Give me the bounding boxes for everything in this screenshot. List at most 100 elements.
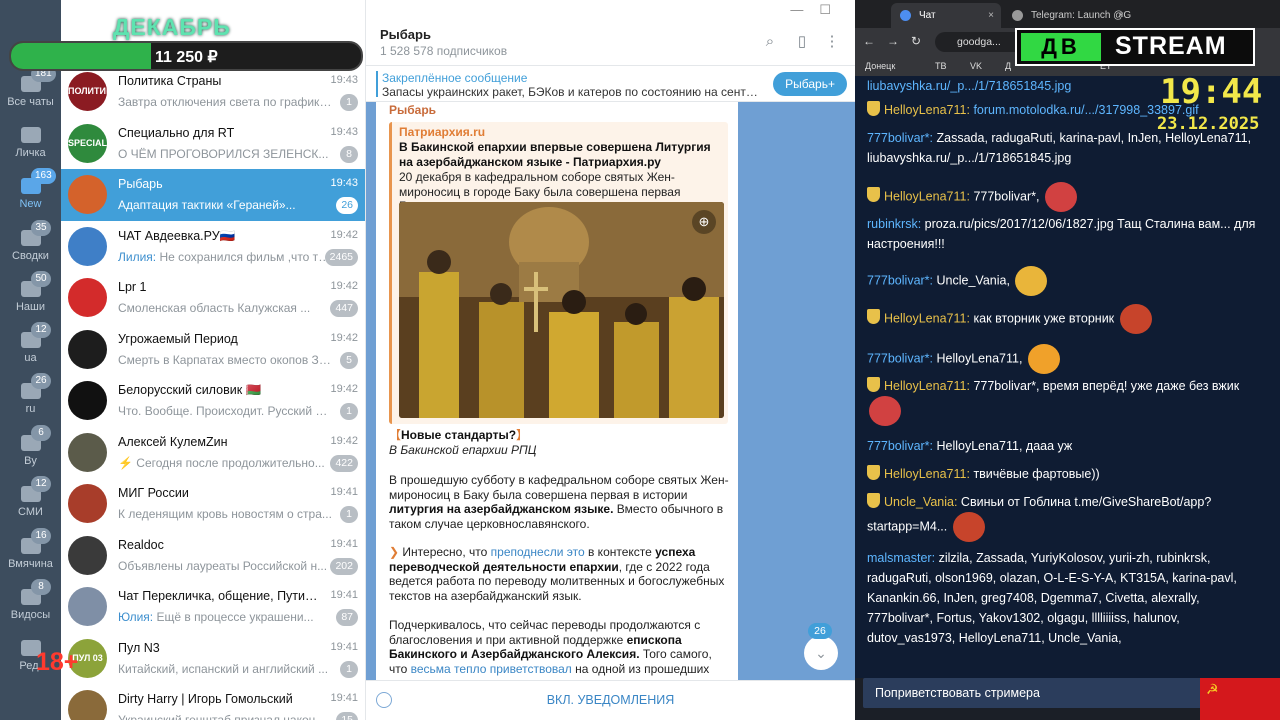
sidebar-toggle-icon[interactable]: ▯ <box>794 34 810 50</box>
preview-photo[interactable]: ⊕ <box>399 202 724 418</box>
pinned-message[interactable]: Закреплённое сообщение Запасы украинских… <box>366 66 855 102</box>
folder-label: By <box>24 455 37 467</box>
search-icon[interactable]: ⌕ <box>762 34 778 50</box>
chat-list-item[interactable]: Чат Перекличка, общение, Путил... 19:41 Юл… <box>61 581 365 633</box>
avatar <box>68 226 107 266</box>
emote-icon <box>1044 182 1077 212</box>
chat-list-item[interactable]: ПУЛ 03 Пул N3 19:41 Китайский, испанский и … <box>61 633 365 685</box>
bookmark[interactable]: Донецк <box>865 61 895 71</box>
chat-username[interactable]: 777bolivar*: <box>867 273 933 287</box>
chat-list-item[interactable]: Рыбарь 19:43 Адаптация тактики «Гераней»..… <box>61 169 365 221</box>
chat-list-item[interactable]: Алексей КулемZин 19:42 ⚡ Сегодня после про… <box>61 427 365 479</box>
bookmark[interactable]: Д <box>1005 61 1011 71</box>
chat-message: rubinkrsk: proza.ru/pics/2017/12/06/1827… <box>867 214 1257 254</box>
church-photo <box>399 202 724 418</box>
chat-username[interactable]: 777bolivar*: <box>867 131 933 145</box>
folder-item[interactable]: Все чаты 181 <box>0 66 61 119</box>
chat-list-item[interactable]: ЧАТ Авдеевка.РУ🇷🇺 19:42 Лилия: Не сохранил… <box>61 221 365 273</box>
bracket-icon: 【 <box>389 428 402 442</box>
chat-message: 777bolivar*: Zassada, radugaRuti, karina… <box>867 128 1257 168</box>
chat-username[interactable]: 777bolivar*: <box>867 439 933 453</box>
folder-item[interactable]: ru 26 <box>0 373 61 426</box>
chat-text: HelloyLena711, дааа уж <box>936 439 1073 453</box>
avatar <box>68 432 107 472</box>
chat-list-item[interactable]: Белорусский силовик 🇧🇾 19:42 Что. Вообще. … <box>61 375 365 427</box>
flag-icon: ☭ <box>1200 678 1280 720</box>
folder-item[interactable]: Видосы 8 <box>0 579 61 632</box>
chat-message: 777bolivar*: HelloyLena711, <box>867 344 1257 374</box>
preview-sender: Юлия: <box>118 610 157 624</box>
chat-text: как вторник уже вторник <box>973 311 1115 326</box>
unread-badge: 447 <box>330 300 358 317</box>
folder-item[interactable]: Сводки 35 <box>0 220 61 273</box>
notifications-button[interactable]: ВКЛ. УВЕДОМЛЕНИЯ <box>366 693 855 707</box>
zoom-icon[interactable]: ⊕ <box>692 210 716 234</box>
close-icon[interactable]: × <box>988 3 994 28</box>
chat-text: proza.ru/pics/2017/12/06/1827.jpg Тащ Ст… <box>867 217 1256 251</box>
chat-time: 19:43 <box>330 177 358 189</box>
avatar <box>68 381 107 420</box>
tab-telegram[interactable]: Telegram: Launch @G × <box>1003 3 1131 28</box>
chat-username[interactable]: rubinkrsk: <box>867 217 921 231</box>
chat-username[interactable]: HelloyLena711: <box>884 189 970 203</box>
chat-name: Политика Страны <box>118 74 222 88</box>
chat-time: 19:41 <box>330 692 358 704</box>
badge-icon <box>867 377 880 392</box>
chat-list-item[interactable]: SPECIAL Специально для RT 19:43 О ЧЁМ ПРОГО… <box>61 118 365 170</box>
folder-item[interactable]: Вмячина 16 <box>0 528 61 581</box>
folder-item[interactable]: New 163 <box>0 168 61 221</box>
folder-item[interactable]: By 6 <box>0 425 61 478</box>
scroll-down-button[interactable]: 26 ⌄ <box>804 623 838 670</box>
chat-list-item[interactable]: МИГ России 19:41 К леденящим кровь новостя… <box>61 478 365 530</box>
folder-badge: 12 <box>31 322 51 338</box>
message-author[interactable]: Рыбарь <box>389 103 436 117</box>
bookmark[interactable]: ТВ <box>935 61 947 71</box>
emote-icon <box>1015 266 1048 296</box>
chat-username[interactable]: malsmaster: <box>867 551 935 565</box>
chat-list-item[interactable]: Dirty Harry | Игорь Гомольский 19:41 Украи… <box>61 684 365 720</box>
message-paragraph-1: В прошедшую субботу в кафедральном собор… <box>389 473 729 531</box>
emote-icon <box>869 396 901 426</box>
chat-text: zilzila, Zassada, YuriyKolosov, yurii-zh… <box>867 551 1237 645</box>
chat-time: 19:43 <box>330 125 358 138</box>
subscriber-count: 1 528 578 подписчиков <box>380 44 508 58</box>
message-link-1[interactable]: преподнесли это <box>491 545 585 559</box>
chat-list-item[interactable]: Realdoc 19:41 Объявлены лауреаты Российско… <box>61 530 365 582</box>
chat-list-item[interactable]: ПОЛИТИКА Политика Страны 19:43 Завтра отклю… <box>61 66 365 118</box>
chat-time: 19:41 <box>330 589 358 601</box>
chat-username[interactable]: Uncle_Vania: <box>884 495 957 509</box>
channel-title[interactable]: Рыбарь <box>380 27 431 42</box>
bookmark[interactable]: VK <box>970 61 982 71</box>
chat-list-item[interactable]: Угрожаемый Период 19:42 Смерть в Карпатах … <box>61 324 365 376</box>
chat-name: Realdoc <box>118 537 164 552</box>
chat-username[interactable]: HelloyLena711: <box>884 103 970 117</box>
message-link-2[interactable]: весьма тепло приветствовал <box>411 662 572 676</box>
chat-username[interactable]: HelloyLena711: <box>884 467 970 481</box>
link-preview[interactable]: Патриархия.ru В Бакинской епархии впервы… <box>389 122 728 424</box>
emote-icon <box>1027 344 1060 374</box>
window-controls[interactable]: —☐ <box>790 2 847 18</box>
folder-item[interactable]: ua 12 <box>0 322 61 375</box>
chat-list-item[interactable]: Lpr 1 19:42 Смоленская область Калужская .… <box>61 272 365 324</box>
chat-name: Чат Перекличка, общение, Путил... <box>118 589 318 603</box>
folder-item[interactable]: Личка <box>0 119 61 170</box>
pinned-bar <box>376 71 378 97</box>
message-heading-sub: В Бакинской епархии РПЦ <box>389 443 537 457</box>
tab-favicon <box>900 10 911 21</box>
preview-title: В Бакинской епархии впервые совершена Ли… <box>399 140 711 169</box>
clock-time: 19:44 <box>1160 72 1263 112</box>
browser-window: Чат × Telegram: Launch @G × ←→↻ goodga... … <box>855 0 1280 720</box>
chat-preview: Адаптация тактики «Гераней»... <box>118 198 296 212</box>
chat-list: ПОЛИТИКА Политика Страны 19:43 Завтра отклю… <box>61 0 366 720</box>
nav-buttons[interactable]: ←→↻ <box>863 34 933 48</box>
chat-username[interactable]: 777bolivar*: <box>867 351 933 365</box>
folder-item[interactable]: Наши 50 <box>0 271 61 324</box>
tab-chat[interactable]: Чат × <box>891 3 1001 28</box>
folder-item[interactable]: СМИ 12 <box>0 476 61 529</box>
more-icon[interactable]: ⋮ <box>824 34 840 50</box>
chat-username[interactable]: HelloyLena711: <box>884 311 970 325</box>
chat-message: HelloyLena711: 777bolivar*, <box>867 182 1257 212</box>
pinned-action-button[interactable]: Рыбарь+ <box>773 72 847 96</box>
chat-username[interactable]: HelloyLena711: <box>884 379 970 393</box>
close-icon[interactable]: × <box>1118 3 1124 28</box>
